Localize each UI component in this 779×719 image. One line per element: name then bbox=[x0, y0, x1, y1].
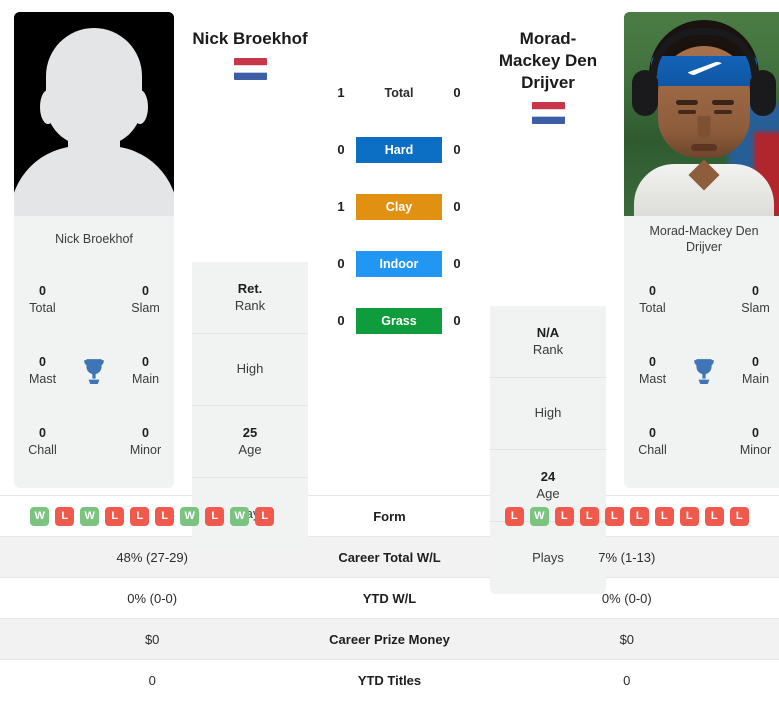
right-form-badge: W bbox=[529, 506, 549, 526]
player-comparison-page: Nick Broekhof 0 Total 0 Slam 0 Mast 0 Ma… bbox=[0, 0, 779, 719]
left-form-badge: L bbox=[255, 506, 275, 526]
surface-total-label: Total bbox=[384, 85, 414, 100]
right-titles-slam: 0 Slam bbox=[741, 283, 770, 315]
left-player-card: Nick Broekhof 0 Total 0 Slam 0 Mast 0 Ma… bbox=[14, 12, 174, 488]
left-form-badge: L bbox=[155, 506, 175, 526]
left-form-badges: WLWLLLWLWL bbox=[0, 506, 304, 526]
right-form-badge: L bbox=[679, 506, 699, 526]
left-player-info-column: Nick Broekhof Ret. Rank High 25 Age Play… bbox=[192, 12, 308, 551]
placeholder-avatar-icon bbox=[14, 12, 174, 216]
left-form-badge: L bbox=[205, 506, 225, 526]
surface-row-total: 1 Total 0 bbox=[326, 64, 472, 121]
left-player-titles-grid: 0 Total 0 Slam 0 Mast 0 Main 0 Chall 0 M… bbox=[14, 264, 174, 488]
surface-row-clay: 1 Clay 0 bbox=[326, 178, 472, 235]
right-player-photo bbox=[624, 12, 779, 216]
trophy-icon bbox=[694, 359, 714, 384]
row-label-career-total-wl: Career Total W/L bbox=[304, 536, 475, 578]
surface-row-hard: 0 Hard 0 bbox=[326, 121, 472, 178]
left-ytd-wl: 0% (0-0) bbox=[0, 577, 305, 619]
left-titles-slam: 0 Slam bbox=[131, 283, 160, 315]
surface-indoor-right-value: 0 bbox=[453, 256, 461, 271]
left-form-badge: W bbox=[230, 506, 250, 526]
left-form-badge: W bbox=[80, 506, 100, 526]
right-form-badge: L bbox=[729, 506, 749, 526]
left-player-photo-card: Nick Broekhof 0 Total 0 Slam 0 Mast 0 Ma… bbox=[14, 12, 174, 488]
surface-clay-left-value: 1 bbox=[337, 199, 345, 214]
left-rank-box: Ret. Rank bbox=[192, 262, 308, 335]
right-plays-box: Plays bbox=[490, 522, 606, 595]
surface-grass-right-value: 0 bbox=[453, 313, 461, 328]
left-form-badge: L bbox=[55, 506, 75, 526]
right-form-badge: L bbox=[504, 506, 524, 526]
left-player-photo bbox=[14, 12, 174, 216]
surface-comparison: 1 Total 0 0 Hard 0 1 Clay 0 0 Indoor 0 0… bbox=[326, 12, 472, 349]
left-player-name: Nick Broekhof bbox=[192, 29, 308, 48]
left-age-box: 25 Age bbox=[192, 406, 308, 479]
surface-total-left-value: 1 bbox=[337, 85, 345, 100]
table-row-form: WLWLLLWLWL Form LWLLLLLLLL bbox=[0, 495, 779, 537]
right-titles-main: 0 Main bbox=[741, 355, 770, 386]
right-form-badge: L bbox=[654, 506, 674, 526]
right-titles-total: 0 Total bbox=[639, 283, 666, 315]
right-form-badges: LWLLLLLLLL bbox=[475, 506, 779, 526]
surface-row-grass: 0 Grass 0 bbox=[326, 292, 472, 349]
left-titles-mast: 0 Mast bbox=[28, 355, 57, 386]
surface-total-right-value: 0 bbox=[453, 85, 461, 100]
right-career-prize-money: $0 bbox=[474, 618, 779, 660]
right-form-badge: L bbox=[704, 506, 724, 526]
surface-row-indoor: 0 Indoor 0 bbox=[326, 235, 472, 292]
row-label-form: Form bbox=[304, 495, 475, 537]
left-titles-main: 0 Main bbox=[131, 355, 160, 386]
right-form-badge: L bbox=[604, 506, 624, 526]
surface-clay-right-value: 0 bbox=[453, 199, 461, 214]
surface-grass-left-value: 0 bbox=[337, 313, 345, 328]
surface-indoor-label: Indoor bbox=[356, 250, 442, 277]
surface-hard-label: Hard bbox=[356, 136, 442, 163]
right-player-photo-card: Morad-Mackey Den Drijver 0 Total 0 Slam … bbox=[624, 12, 779, 488]
surface-hard-right-value: 0 bbox=[453, 142, 461, 157]
surface-hard-left-value: 0 bbox=[337, 142, 345, 157]
surface-indoor-left-value: 0 bbox=[337, 256, 345, 271]
comparison-stats-table: WLWLLLWLWL Form LWLLLLLLLL 48% (27-29) C… bbox=[0, 495, 779, 701]
row-label-ytd-wl: YTD W/L bbox=[304, 577, 475, 619]
right-titles-minor: 0 Minor bbox=[739, 426, 772, 458]
left-form-badge: W bbox=[30, 506, 50, 526]
surface-grass-label: Grass bbox=[356, 307, 442, 334]
left-career-prize-money: $0 bbox=[0, 618, 305, 660]
left-titles-chall: 0 Chall bbox=[28, 426, 57, 458]
right-player-card: Morad-Mackey Den Drijver 0 Total 0 Slam … bbox=[624, 12, 779, 488]
right-player-photo-caption: Morad-Mackey Den Drijver bbox=[649, 224, 759, 254]
right-titles-mast: 0 Mast bbox=[638, 355, 667, 386]
row-label-ytd-titles: YTD Titles bbox=[304, 659, 475, 701]
left-form-badge: L bbox=[105, 506, 125, 526]
left-high-box: High bbox=[192, 334, 308, 407]
table-row-ytd-wl: 0% (0-0) YTD W/L 0% (0-0) bbox=[0, 577, 779, 619]
trophy-icon bbox=[84, 359, 104, 384]
right-rank-box: N/A Rank bbox=[490, 306, 606, 379]
right-form-badge: L bbox=[579, 506, 599, 526]
left-titles-total: 0 Total bbox=[29, 283, 56, 315]
left-titles-minor: 0 Minor bbox=[129, 426, 162, 458]
left-form-badge: W bbox=[180, 506, 200, 526]
right-high-box: High bbox=[490, 378, 606, 451]
right-form-badge: L bbox=[554, 506, 574, 526]
comparison-header: Nick Broekhof 0 Total 0 Slam 0 Mast 0 Ma… bbox=[0, 0, 779, 595]
table-row-career-total-wl: 48% (27-29) Career Total W/L 7% (1-13) bbox=[0, 536, 779, 578]
netherlands-flag-icon bbox=[531, 102, 565, 125]
right-form-badge: L bbox=[629, 506, 649, 526]
right-ytd-titles: 0 bbox=[474, 659, 779, 701]
surface-clay-label: Clay bbox=[356, 193, 442, 220]
left-form-badge: L bbox=[130, 506, 150, 526]
right-player-name: Morad-Mackey Den Drijver bbox=[498, 29, 598, 93]
netherlands-flag-icon bbox=[233, 58, 267, 81]
left-player-photo-caption: Nick Broekhof bbox=[55, 232, 133, 247]
table-row-ytd-titles: 0 YTD Titles 0 bbox=[0, 659, 779, 701]
right-player-titles-grid: 0 Total 0 Slam 0 Mast 0 Main 0 Chall 0 M… bbox=[624, 264, 779, 488]
table-row-career-prize-money: $0 Career Prize Money $0 bbox=[0, 618, 779, 660]
right-titles-chall: 0 Chall bbox=[638, 426, 667, 458]
left-ytd-titles: 0 bbox=[0, 659, 305, 701]
row-label-career-prize-money: Career Prize Money bbox=[304, 618, 475, 660]
